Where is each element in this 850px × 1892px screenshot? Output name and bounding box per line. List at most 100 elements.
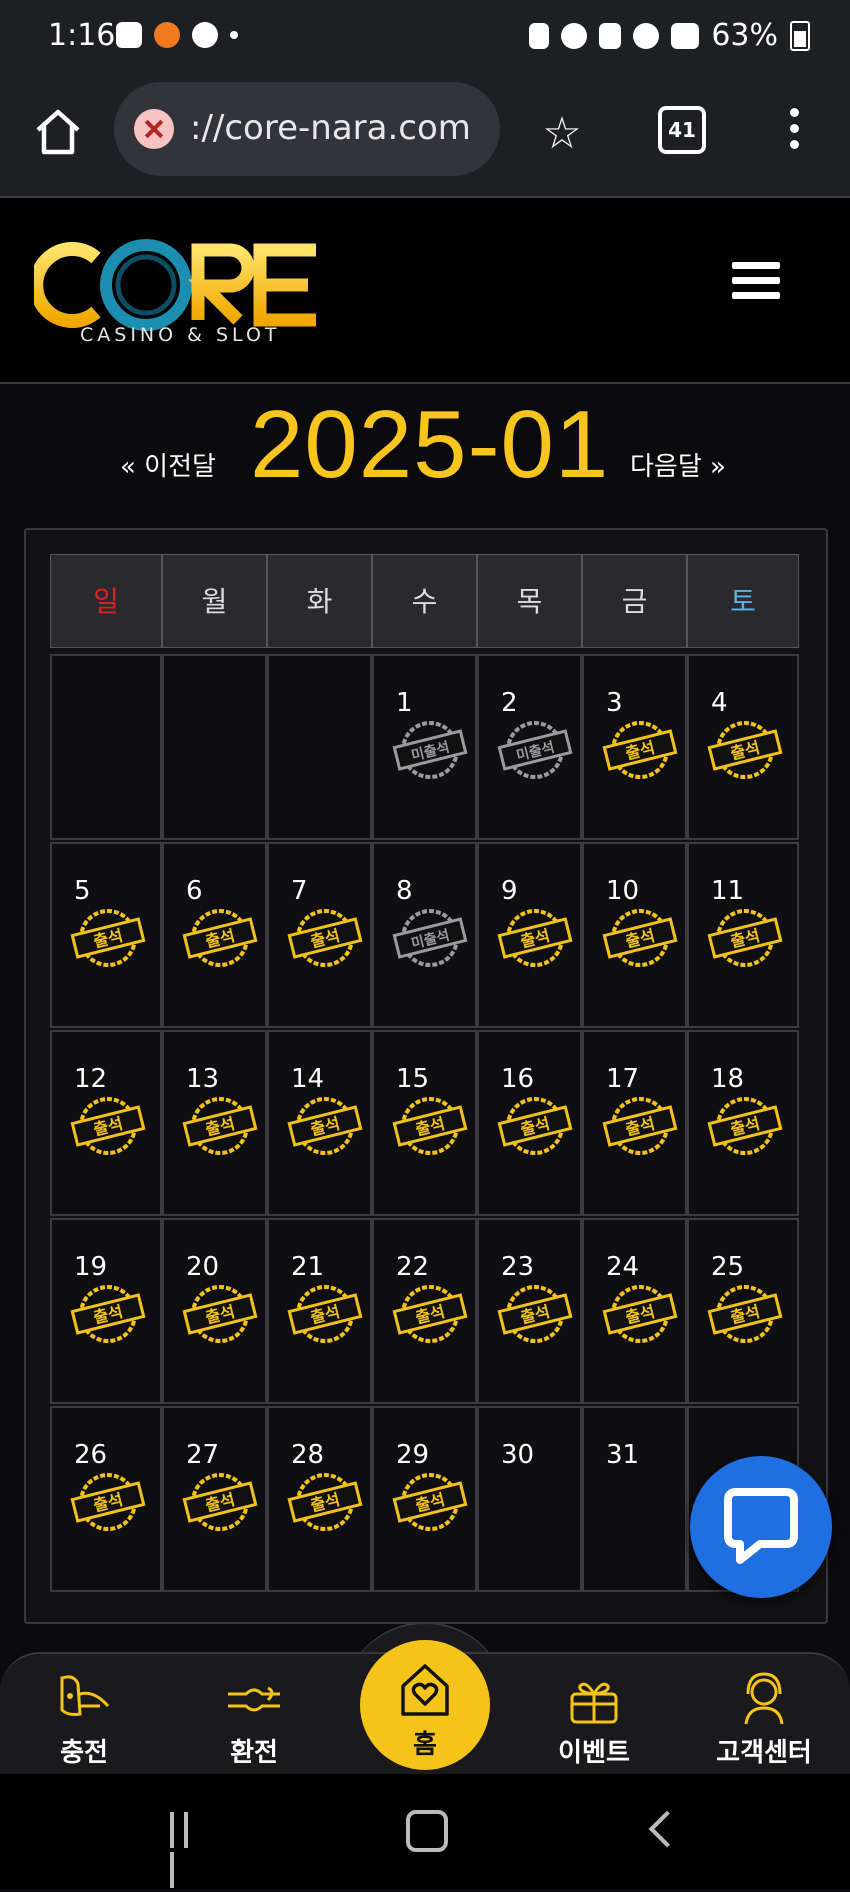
attended-stamp-icon: 출석 bbox=[182, 1285, 258, 1343]
chat-notification-icon bbox=[192, 22, 218, 48]
nav-support[interactable]: 고객센터 bbox=[704, 1670, 824, 1769]
calendar-day-cell: 24 출석 bbox=[582, 1218, 687, 1404]
calendar-day-cell: 27 출석 bbox=[162, 1406, 267, 1592]
site-logo[interactable]: CASINO & SLOT bbox=[29, 230, 334, 360]
calendar-day-cell: 11 출석 bbox=[687, 842, 799, 1028]
not-secure-icon[interactable] bbox=[134, 109, 174, 149]
day-number: 10 bbox=[606, 876, 640, 906]
support-agent-icon bbox=[744, 1672, 784, 1725]
weekday-header: 월 bbox=[162, 554, 267, 648]
calendar-day-cell bbox=[267, 654, 372, 840]
signal-icon bbox=[671, 22, 700, 49]
calendar-day-cell: 15 출석 bbox=[372, 1030, 477, 1216]
calendar-day-cell: 17 출석 bbox=[582, 1030, 687, 1216]
tab-switcher-button[interactable]: 41 bbox=[658, 106, 706, 154]
attended-stamp-icon: 출석 bbox=[287, 1097, 363, 1155]
mute-icon bbox=[599, 22, 622, 49]
calendar-day-cell: 26 출석 bbox=[50, 1406, 162, 1592]
day-number: 8 bbox=[396, 876, 413, 906]
attended-stamp-icon: 출석 bbox=[497, 909, 573, 967]
system-status-icons: 63% bbox=[529, 18, 810, 53]
system-home-icon[interactable] bbox=[406, 1810, 448, 1852]
attended-stamp-icon: 출석 bbox=[182, 1473, 258, 1531]
day-number: 23 bbox=[501, 1252, 535, 1282]
attended-stamp-icon: 출석 bbox=[182, 909, 258, 967]
deposit-icon bbox=[60, 1675, 110, 1716]
calendar-day-cell: 28 출석 bbox=[267, 1406, 372, 1592]
day-number: 19 bbox=[74, 1252, 108, 1282]
calendar-day-cell: 18 출석 bbox=[687, 1030, 799, 1216]
day-number: 22 bbox=[396, 1252, 430, 1282]
day-number: 26 bbox=[74, 1440, 108, 1470]
calendar-day-cell: 1 미출석 bbox=[372, 654, 477, 840]
nav-support-label: 고객센터 bbox=[716, 1738, 812, 1768]
bookmark-star-icon[interactable]: ☆ bbox=[538, 110, 586, 158]
nav-deposit[interactable]: 충전 bbox=[24, 1670, 144, 1769]
calendar-day-cell: 23 출석 bbox=[477, 1218, 582, 1404]
month-navigation: « 이전달 2025-01 다음달 » bbox=[0, 384, 850, 524]
calendar-day-cell: 13 출석 bbox=[162, 1030, 267, 1216]
url-text[interactable]: ://core-nara.com bbox=[190, 108, 471, 148]
day-number: 15 bbox=[396, 1064, 430, 1094]
browser-menu-icon[interactable] bbox=[786, 108, 802, 158]
chat-bubble-icon bbox=[724, 1488, 798, 1564]
attended-stamp-icon: 출석 bbox=[182, 1097, 258, 1155]
app-notification-icon bbox=[154, 22, 180, 48]
nav-event[interactable]: 이벤트 bbox=[534, 1670, 654, 1769]
day-number: 7 bbox=[291, 876, 308, 906]
calendar-day-cell: 31 bbox=[582, 1406, 687, 1592]
attended-stamp-icon: 출석 bbox=[602, 909, 678, 967]
nav-withdraw[interactable]: 환전 bbox=[194, 1670, 314, 1769]
attended-stamp-icon: 출석 bbox=[497, 1285, 573, 1343]
logo-subtitle: CASINO & SLOT bbox=[80, 324, 281, 346]
day-number: 24 bbox=[606, 1252, 640, 1282]
back-icon[interactable] bbox=[648, 1810, 686, 1848]
month-title: 2025-01 bbox=[250, 391, 610, 498]
nav-event-label: 이벤트 bbox=[558, 1738, 630, 1768]
attended-stamp-icon: 출석 bbox=[707, 1285, 783, 1343]
attended-stamp-icon: 출석 bbox=[392, 1285, 468, 1343]
attended-stamp-icon: 출석 bbox=[70, 1097, 146, 1155]
calendar-day-cell: 21 출석 bbox=[267, 1218, 372, 1404]
nav-withdraw-label: 환전 bbox=[230, 1738, 278, 1768]
prev-month-link[interactable]: « 이전달 bbox=[120, 446, 216, 483]
battery-icon bbox=[790, 20, 810, 51]
next-month-link[interactable]: 다음달 » bbox=[630, 446, 726, 483]
day-number: 14 bbox=[291, 1064, 325, 1094]
day-number: 12 bbox=[74, 1064, 108, 1094]
day-number: 21 bbox=[291, 1252, 325, 1282]
home-heart-icon bbox=[401, 1664, 449, 1716]
calendar-day-cell: 19 출석 bbox=[50, 1218, 162, 1404]
calendar-day-cell: 7 출석 bbox=[267, 842, 372, 1028]
day-number: 30 bbox=[501, 1440, 535, 1470]
day-number: 3 bbox=[606, 688, 623, 718]
browser-home-icon[interactable] bbox=[32, 106, 84, 158]
attended-stamp-icon: 출석 bbox=[392, 1473, 468, 1531]
calendar-day-cell: 6 출석 bbox=[162, 842, 267, 1028]
nav-home[interactable]: 홈 bbox=[360, 1640, 490, 1770]
day-number: 5 bbox=[74, 876, 91, 906]
live-chat-button[interactable] bbox=[690, 1456, 832, 1598]
nav-deposit-label: 충전 bbox=[60, 1738, 108, 1768]
calendar-day-cell bbox=[50, 654, 162, 840]
calendar-day-cell: 22 출석 bbox=[372, 1218, 477, 1404]
day-number: 6 bbox=[186, 876, 203, 906]
day-number: 13 bbox=[186, 1064, 220, 1094]
address-bar[interactable]: ://core-nara.com bbox=[114, 82, 500, 176]
absent-stamp-icon: 미출석 bbox=[392, 721, 468, 779]
alarm-icon bbox=[561, 22, 588, 49]
day-number: 29 bbox=[396, 1440, 430, 1470]
attended-stamp-icon: 출석 bbox=[707, 1097, 783, 1155]
calendar-day-cell bbox=[162, 654, 267, 840]
calendar-day-cell: 5 출석 bbox=[50, 842, 162, 1028]
day-number: 20 bbox=[186, 1252, 220, 1282]
more-notifications-icon bbox=[230, 31, 238, 39]
day-number: 4 bbox=[711, 688, 728, 718]
gift-icon bbox=[570, 1682, 618, 1724]
site-header: CASINO & SLOT bbox=[0, 198, 850, 384]
hamburger-menu-icon[interactable] bbox=[732, 262, 780, 302]
day-number: 2 bbox=[501, 688, 518, 718]
withdraw-icon bbox=[228, 1686, 280, 1712]
day-number: 11 bbox=[711, 876, 745, 906]
recent-apps-icon[interactable] bbox=[170, 1812, 210, 1888]
